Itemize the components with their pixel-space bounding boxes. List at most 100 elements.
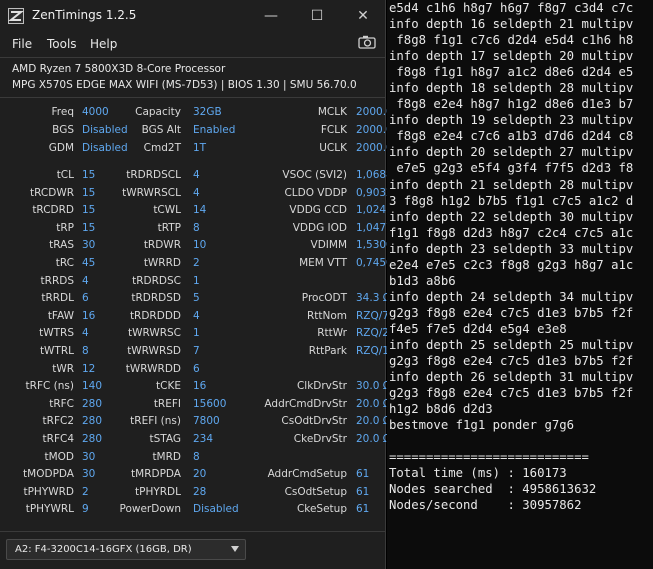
title-bar[interactable]: ZenTimings 1.2.5 — ☐ ✕: [0, 0, 386, 32]
param-label: PowerDown: [119, 503, 182, 516]
param-label: CLDO VDDP: [284, 186, 347, 199]
param-value: 2: [193, 257, 200, 269]
param-value: 61: [356, 485, 370, 498]
param-label: tPHYWRD: [23, 485, 74, 498]
param-label: CkeSetup: [296, 503, 347, 516]
board-info: MPG X570S EDGE MAX WIFI (MS-7D53) | BIOS…: [12, 79, 357, 91]
param-label: FCLK: [320, 124, 347, 136]
param-value: 8: [193, 450, 200, 463]
param-value: 20: [193, 468, 207, 481]
param-label: tWRRD: [143, 257, 181, 269]
param-label: tWRWRSCL: [122, 186, 181, 199]
param-value: 16: [82, 309, 96, 322]
param-value: 1T: [193, 142, 207, 154]
camera-icon[interactable]: [358, 35, 376, 49]
param-label: tMODPDA: [23, 468, 74, 481]
param-value: 15600: [193, 397, 227, 410]
menu-help[interactable]: Help: [90, 37, 117, 51]
menu-bar: File Tools Help: [0, 32, 386, 56]
param-label: tRFC: [49, 397, 74, 410]
param-label: tREFI (ns): [130, 415, 181, 428]
param-label: tMRD: [152, 450, 181, 463]
param-value: 61: [356, 468, 370, 481]
param-value: 234: [193, 433, 214, 445]
param-label: tWTRL: [39, 345, 74, 357]
param-label: VDDG IOD: [292, 221, 347, 234]
param-label: GDM: [48, 142, 74, 154]
param-value: Disabled: [193, 503, 239, 516]
param-value: 280: [82, 397, 103, 410]
terminal-window[interactable]: e5d4 c1h6 h8g7 h6g7 f8g7 c3d4 c7c info d…: [387, 0, 653, 569]
param-value: 28: [193, 485, 207, 498]
param-value: 45: [82, 257, 96, 269]
param-label: tWR: [52, 362, 74, 375]
param-label: MEM VTT: [299, 257, 347, 269]
param-label: tMOD: [44, 450, 74, 463]
param-label: tRP: [56, 221, 74, 234]
param-value: 280: [82, 415, 103, 428]
param-label: tREFI: [153, 397, 181, 410]
param-label: tRDRDSD: [131, 292, 181, 305]
window-title: ZenTimings 1.2.5: [32, 8, 137, 22]
param-label: tCWL: [153, 204, 181, 217]
maximize-button[interactable]: ☐: [294, 0, 340, 32]
param-value: 30.0 Ω: [356, 380, 391, 393]
param-value: 15: [82, 186, 96, 199]
param-value: 1: [193, 274, 200, 287]
param-value: 4000: [82, 106, 109, 118]
param-label: tRFC (ns): [25, 380, 74, 393]
param-label: tWRWRSC: [127, 327, 181, 340]
param-value: 34.3 Ω: [356, 292, 391, 305]
param-label: UCLK: [319, 142, 347, 154]
footer-divider: [0, 531, 386, 532]
param-label: tRDRDSC: [132, 274, 181, 287]
param-value: 30: [82, 450, 96, 463]
param-label: VDDG CCD: [289, 204, 347, 217]
param-value: 30: [82, 468, 96, 481]
param-label: BGS: [52, 124, 74, 136]
menu-tools[interactable]: Tools: [47, 37, 77, 51]
param-label: CsOdtDrvStr: [281, 415, 347, 428]
param-value: 280: [82, 433, 103, 445]
param-label: CkeDrvStr: [293, 433, 347, 445]
param-label: AddrCmdDrvStr: [264, 397, 347, 410]
param-value: 5: [193, 292, 200, 305]
chevron-down-icon: [231, 546, 239, 552]
param-label: BGS Alt: [141, 124, 181, 136]
param-value: RZQ/1: [356, 345, 389, 357]
param-value: 7: [193, 345, 200, 357]
param-label: tCKE: [156, 380, 181, 393]
param-value: 20.0 Ω: [356, 433, 391, 445]
param-label: tWRWRSD: [127, 345, 181, 357]
param-label: tRRDL: [41, 292, 74, 305]
param-label: tRC: [55, 257, 74, 269]
param-value: 8: [193, 221, 200, 234]
param-value: 15: [82, 169, 96, 181]
param-label: tRFC2: [42, 415, 74, 428]
close-button[interactable]: ✕: [340, 0, 386, 32]
param-label: RttNom: [306, 309, 347, 322]
param-label: tRDRDSCL: [126, 169, 181, 181]
param-label: Capacity: [135, 106, 181, 118]
info-divider: [0, 97, 386, 98]
dimm-select[interactable]: A2: F4-3200C14-16GFX (16GB, DR): [6, 539, 246, 560]
cpu-name: AMD Ryzen 7 5800X3D 8-Core Processor: [12, 63, 226, 75]
menu-file[interactable]: File: [12, 37, 32, 51]
param-value: 61: [356, 503, 370, 516]
param-value: 32GB: [193, 106, 222, 118]
param-value: RZQ/7: [356, 309, 389, 322]
param-value: Disabled: [82, 142, 128, 154]
param-label: tMRDPDA: [131, 468, 181, 481]
param-label: VDIMM: [310, 239, 347, 252]
param-value: 6: [193, 362, 200, 375]
param-value: 15: [82, 204, 96, 217]
param-label: Cmd2T: [143, 142, 181, 154]
zentimings-logo-icon: [8, 8, 24, 24]
param-label: tFAW: [47, 309, 74, 322]
minimize-button[interactable]: —: [248, 0, 294, 32]
param-label: CsOdtSetup: [284, 485, 347, 498]
param-label: tRCDRD: [32, 204, 74, 217]
param-label: tRTP: [157, 221, 181, 234]
param-label: tRFC4: [42, 433, 74, 445]
param-label: tRCDWR: [30, 186, 74, 199]
